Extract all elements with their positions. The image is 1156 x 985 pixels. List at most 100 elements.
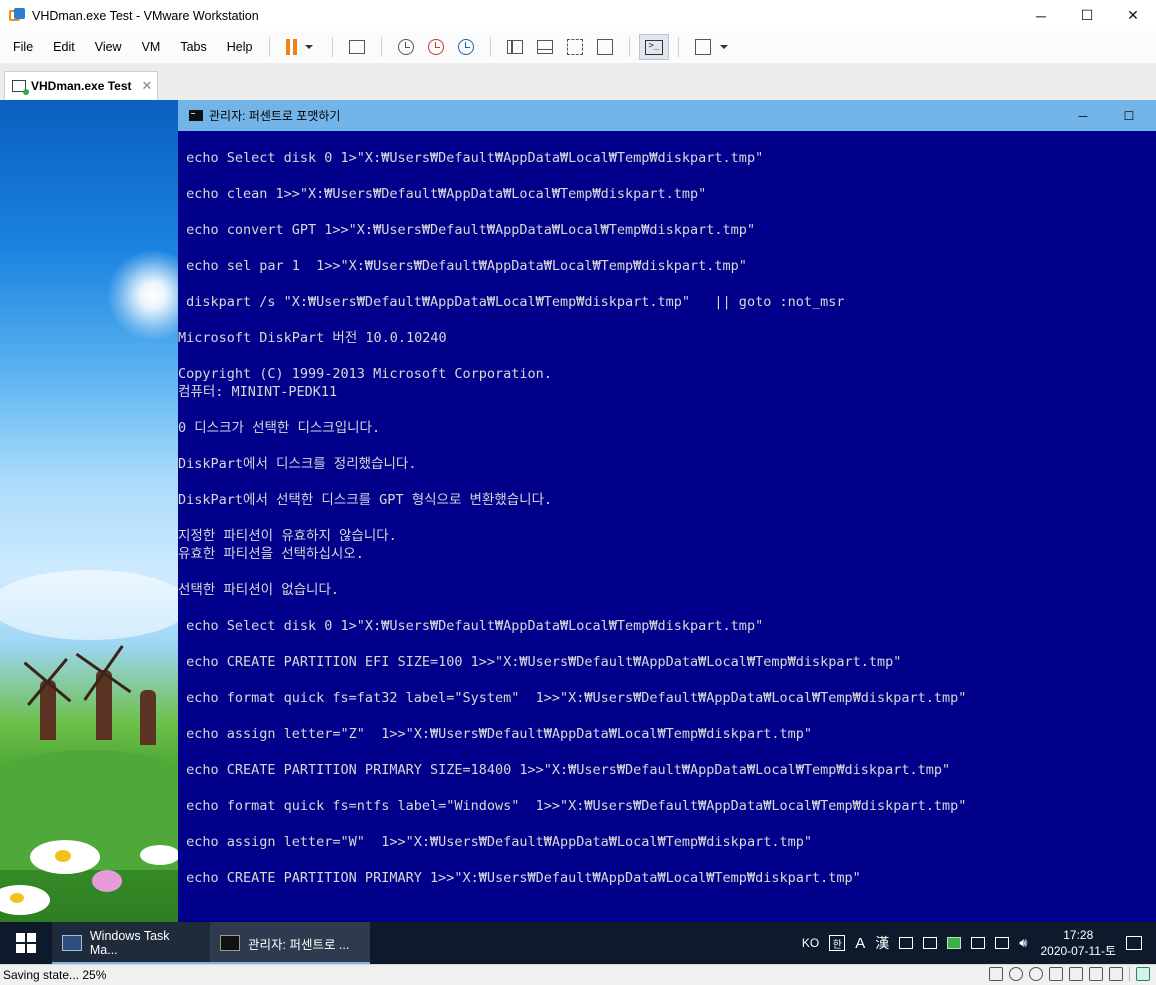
- console-window[interactable]: 관리자: 퍼센트로 포맷하기 ─ ☐ echo Select disk 0 1>…: [178, 100, 1156, 922]
- console-line: echo CREATE PARTITION EFI SIZE=100 1>>"X…: [178, 654, 902, 670]
- tab-vhdman-test[interactable]: VHDman.exe Test ✕: [4, 71, 158, 100]
- network-adapter-icon[interactable]: [1049, 967, 1063, 981]
- start-button[interactable]: [0, 922, 52, 964]
- console-view-button[interactable]: >_: [639, 34, 670, 60]
- cd-drive-icon[interactable]: [1009, 967, 1023, 981]
- send-ctrl-alt-del-button[interactable]: [342, 34, 372, 60]
- toolbar-separator: [381, 37, 383, 57]
- revert-snapshot-button[interactable]: [421, 34, 451, 60]
- cd-drive-icon[interactable]: [1029, 967, 1043, 981]
- system-tray: KO 한 A 漢 🔊︎ 17:28 2020-07-11-토: [797, 922, 1156, 964]
- menu-tabs[interactable]: Tabs: [168, 40, 214, 54]
- show-library-button[interactable]: [500, 34, 530, 60]
- keyboard-icon: [349, 40, 366, 54]
- pause-button[interactable]: [279, 34, 303, 60]
- console-title-bar[interactable]: 관리자: 퍼센트로 포맷하기 ─ ☐: [178, 100, 1156, 131]
- close-button[interactable]: ✕: [1110, 0, 1156, 31]
- guest-taskbar: Windows Task Ma... 관리자: 퍼센트로 ... KO 한 A …: [0, 922, 1156, 964]
- wallpaper-cloud: [0, 570, 190, 640]
- console-line: echo CREATE PARTITION PRIMARY SIZE=18400…: [178, 762, 951, 778]
- console-line: 컴퓨터: MININT-PEDK11: [178, 384, 338, 400]
- pause-dropdown-chevron-icon[interactable]: [305, 45, 314, 49]
- console-title: 관리자: 퍼센트로 포맷하기: [209, 109, 341, 123]
- full-screen-button[interactable]: [560, 34, 590, 60]
- snapshot-manager-button[interactable]: [451, 34, 481, 60]
- revert-snapshot-icon: [428, 39, 445, 55]
- toolbar-separator: [629, 37, 631, 57]
- tray-app-icon[interactable]: [923, 937, 938, 949]
- taskbar-item-task-manager[interactable]: Windows Task Ma...: [52, 922, 210, 964]
- menu-help[interactable]: Help: [215, 40, 261, 54]
- toolbar-separator: [490, 37, 492, 57]
- menu-file[interactable]: File: [0, 40, 41, 54]
- thumbnail-bar-button[interactable]: [530, 34, 560, 60]
- stretch-guest-button[interactable]: [688, 34, 718, 60]
- ime-hangul-icon[interactable]: 한: [829, 935, 846, 951]
- console-line: echo Select disk 0 1>"X:₩Users₩Default₩A…: [178, 150, 764, 166]
- language-indicator[interactable]: KO: [802, 936, 819, 950]
- ime-hanja-icon[interactable]: 漢: [875, 933, 889, 953]
- full-screen-icon: [567, 39, 584, 55]
- cmd-icon: [189, 110, 203, 121]
- stretch-icon: [695, 39, 712, 55]
- minimize-button[interactable]: ─: [1018, 0, 1064, 31]
- tab-close-icon[interactable]: ✕: [141, 78, 152, 94]
- usb-icon[interactable]: [1069, 967, 1083, 981]
- status-text: Saving state... 25%: [3, 968, 107, 982]
- daisy: [0, 885, 50, 915]
- windows-logo-icon: [16, 933, 36, 953]
- menu-bar: File Edit View VM Tabs Help >_: [0, 31, 1156, 64]
- unity-icon: [597, 39, 614, 55]
- settings-tray-icon[interactable]: [899, 937, 914, 949]
- window-controls: ─ ☐ ✕: [1018, 0, 1156, 31]
- console-minimize-button[interactable]: ─: [1063, 100, 1103, 131]
- vm-screen[interactable]: 관리자: 퍼센트로 포맷하기 ─ ☐ echo Select disk 0 1>…: [0, 100, 1156, 964]
- console-line: diskpart /s "X:₩Users₩Default₩AppData₩Lo…: [178, 294, 845, 310]
- daisy: [140, 845, 180, 865]
- hard-disk-icon[interactable]: [989, 967, 1003, 981]
- console-line: echo convert GPT 1>>"X:₩Users₩Default₩Ap…: [178, 222, 756, 238]
- power-icon[interactable]: [995, 937, 1010, 949]
- menu-edit[interactable]: Edit: [41, 40, 83, 54]
- action-center-icon[interactable]: [1126, 936, 1142, 950]
- console-line: 0 디스크가 선택한 디스크입니다.: [178, 420, 381, 436]
- stretch-dropdown-chevron-icon[interactable]: [720, 45, 729, 49]
- speaker-icon[interactable]: 🔊︎: [1019, 935, 1027, 951]
- unity-button[interactable]: [590, 34, 620, 60]
- console-line: DiskPart에서 디스크를 정리했습니다.: [178, 456, 417, 472]
- menu-vm[interactable]: VM: [130, 40, 169, 54]
- window-title: VHDman.exe Test - VMware Workstation: [32, 8, 259, 23]
- tab-label: VHDman.exe Test: [31, 79, 132, 93]
- desktop-wallpaper: [0, 100, 220, 922]
- snapshot-button[interactable]: [391, 34, 421, 60]
- console-output: echo Select disk 0 1>"X:₩Users₩Default₩A…: [178, 131, 1156, 922]
- green-tray-icon[interactable]: [947, 937, 962, 949]
- console-line: echo assign letter="Z" 1>>"X:₩Users₩Defa…: [178, 726, 812, 742]
- maximize-button[interactable]: ☐: [1064, 0, 1110, 31]
- ime-alpha-icon[interactable]: A: [855, 935, 865, 952]
- message-log-icon[interactable]: [1136, 967, 1150, 981]
- network-icon[interactable]: [971, 937, 986, 949]
- console-line: echo sel par 1 1>>"X:₩Users₩Default₩AppD…: [178, 258, 747, 274]
- terminal-icon: >_: [645, 39, 664, 55]
- console-maximize-button[interactable]: ☐: [1109, 100, 1149, 131]
- vmware-logo-icon: [9, 7, 25, 24]
- vm-running-icon: [12, 80, 29, 95]
- printer-icon[interactable]: [1089, 967, 1103, 981]
- status-bar: Saving state... 25%: [0, 964, 1156, 985]
- taskbar-item-console[interactable]: 관리자: 퍼센트로 ...: [210, 922, 370, 964]
- windmill: [140, 690, 156, 745]
- display-icon[interactable]: [1109, 967, 1123, 981]
- cmd-icon: [220, 935, 240, 951]
- menu-view[interactable]: View: [83, 40, 130, 54]
- clock[interactable]: 17:28 2020-07-11-토: [1040, 927, 1116, 959]
